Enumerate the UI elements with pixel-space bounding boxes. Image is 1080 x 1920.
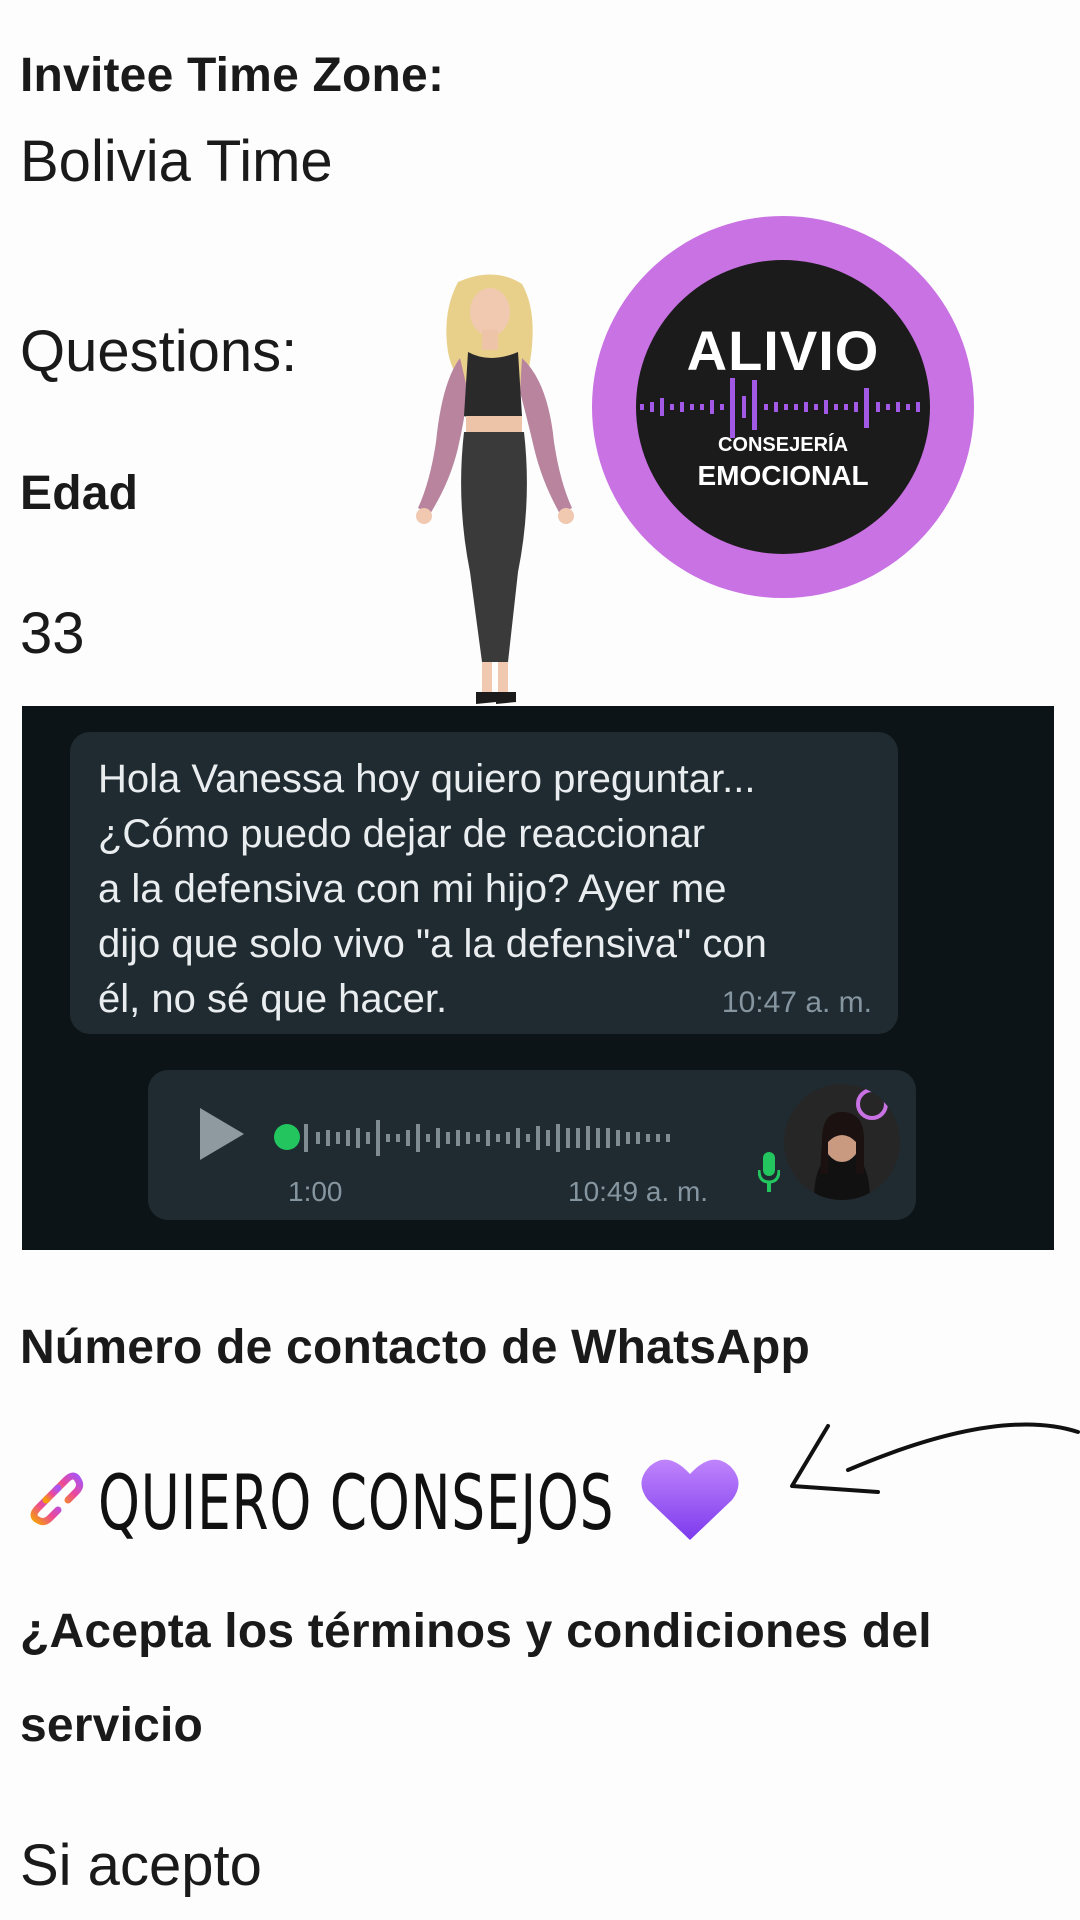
whatsapp-label: Número de contacto de WhatsApp — [20, 1321, 811, 1374]
hand-drawn-arrow-icon — [790, 1422, 1080, 1494]
woman-illustration — [416, 274, 574, 704]
chat-panel: Hola Vanessa hoy quiero preguntar... ¿Có… — [22, 706, 1054, 1250]
timezone-value: Bolivia Time — [20, 129, 333, 194]
terms-value: Si acepto — [20, 1833, 262, 1898]
message-bubble: Hola Vanessa hoy quiero preguntar... ¿Có… — [70, 732, 898, 1034]
whatsapp-value: QUIERO CONSEJOS — [98, 1458, 615, 1547]
play-icon[interactable] — [200, 1108, 244, 1160]
logo-subtitle-1: CONSEJERÍA — [717, 434, 849, 456]
audio-message: 1:00 10:49 a. m. — [148, 1070, 916, 1220]
audio-time: 10:49 a. m. — [568, 1176, 709, 1207]
edad-label: Edad — [20, 467, 139, 520]
timezone-label: Invitee Time Zone: — [20, 49, 445, 102]
audio-progress-dot[interactable] — [274, 1124, 300, 1150]
link-icon — [30, 1472, 84, 1526]
terms-label-line2: servicio — [20, 1699, 204, 1752]
microphone-icon — [758, 1152, 780, 1192]
logo-title: ALIVIO — [686, 319, 880, 382]
edad-value: 33 — [20, 601, 85, 666]
audio-duration: 1:00 — [288, 1176, 343, 1207]
purple-heart-icon — [641, 1459, 739, 1540]
audio-waveform — [304, 1120, 670, 1156]
questions-label: Questions: — [20, 319, 298, 384]
message-time: 10:47 a. m. — [721, 986, 872, 1019]
terms-label-line1: ¿Acepta los términos y condiciones del — [20, 1605, 932, 1658]
logo-soundwave — [640, 378, 920, 438]
logo-subtitle-2: EMOCIONAL — [697, 460, 869, 491]
alivio-logo: ALIVIO CONSEJERÍA EMOCIONAL — [592, 216, 974, 598]
avatar — [784, 1084, 900, 1200]
